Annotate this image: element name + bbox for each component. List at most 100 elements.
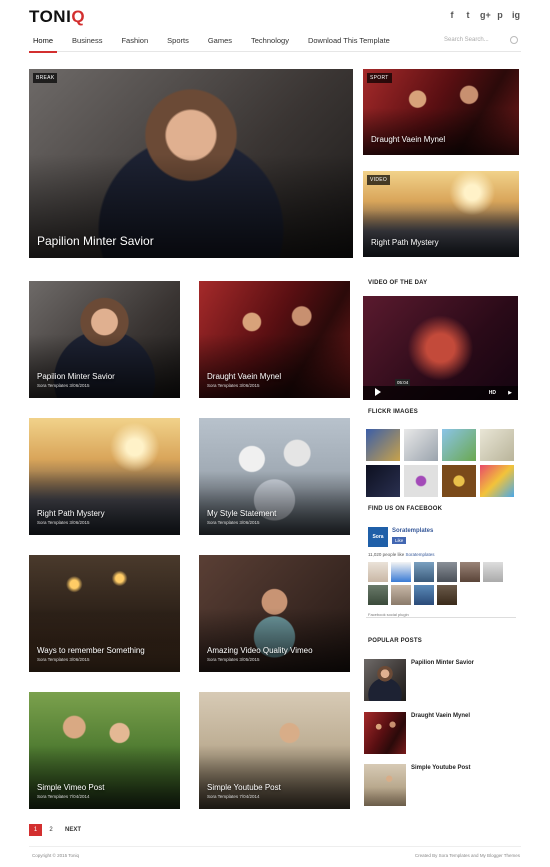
logo-text: TONI — [29, 7, 72, 26]
image-overlay — [199, 607, 350, 672]
google-plus-icon[interactable]: g+ — [480, 10, 491, 20]
fan-avatar[interactable] — [391, 585, 411, 605]
featured-side-post[interactable]: VIDEO Right Path Mystery — [363, 171, 519, 257]
instagram-icon[interactable]: ig — [512, 10, 520, 20]
post-meta: Sora Templates 7/04/2014 — [37, 794, 90, 799]
flickr-image[interactable] — [442, 429, 476, 461]
facebook-page-link[interactable]: Soratemplates — [405, 552, 434, 557]
like-count-text: 11,020 people like — [368, 552, 405, 557]
post-card[interactable]: Draught Vaein Mynel Sora Templates 3/06/… — [199, 281, 350, 398]
vimeo-icon[interactable]: ▶ — [508, 390, 512, 396]
post-title[interactable]: Draught Vaein Mynel — [207, 372, 281, 381]
post-card[interactable]: My Style Statement Sora Templates 3/06/2… — [199, 418, 350, 535]
video-widget-title: VIDEO OF THE DAY — [368, 280, 428, 286]
post-card[interactable]: Simple Vimeo Post Sora Templates 7/04/20… — [29, 692, 180, 809]
nav-technology[interactable]: Technology — [247, 32, 293, 51]
fan-avatar[interactable] — [437, 585, 457, 605]
popular-post-title[interactable]: Simple Youtube Post — [411, 765, 470, 771]
image-overlay — [29, 333, 180, 398]
popular-post-title[interactable]: Draught Vaein Mynel — [411, 713, 470, 719]
nav-home[interactable]: Home — [29, 32, 58, 53]
post-meta: Sora Templates 3/06/2015 — [37, 657, 90, 662]
post-meta: Sora Templates 3/06/2015 — [37, 383, 90, 388]
next-page-link[interactable]: NEXT — [62, 824, 84, 836]
post-title[interactable]: Papilion Minter Savior — [37, 372, 115, 381]
post-meta: Sora Templates 3/06/2015 — [207, 383, 260, 388]
nav-fashion[interactable]: Fashion — [117, 32, 152, 51]
fan-avatar[interactable] — [414, 562, 434, 582]
post-title[interactable]: Papilion Minter Savior — [37, 234, 154, 248]
post-title[interactable]: Right Path Mystery — [371, 238, 439, 247]
post-title[interactable]: Simple Vimeo Post — [37, 783, 104, 792]
post-card[interactable]: Right Path Mystery Sora Templates 3/06/2… — [29, 418, 180, 535]
flickr-grid — [366, 429, 518, 497]
site-logo[interactable]: TONIQ — [29, 7, 85, 27]
flickr-image[interactable] — [404, 465, 438, 497]
flickr-image[interactable] — [366, 465, 400, 497]
post-meta: Sora Templates 7/04/2014 — [207, 794, 260, 799]
post-title[interactable]: My Style Statement — [207, 509, 276, 518]
facebook-page-name[interactable]: Soratemplates — [392, 528, 433, 534]
post-card[interactable]: Ways to remember Something Sora Template… — [29, 555, 180, 672]
nav-business[interactable]: Business — [68, 32, 106, 51]
facebook-icon[interactable]: f — [448, 10, 456, 20]
featured-main-post[interactable]: BREAK Papilion Minter Savior — [29, 69, 353, 258]
popular-post-title[interactable]: Papilion Minter Savior — [411, 660, 474, 666]
video-player[interactable]: 05:04 HD ▶ — [363, 296, 518, 400]
fan-avatar[interactable] — [414, 585, 434, 605]
flickr-widget-title: FLICKR IMAGES — [368, 409, 418, 415]
flickr-image[interactable] — [480, 429, 514, 461]
category-tag[interactable]: SPORT — [367, 73, 392, 83]
featured-side-post[interactable]: SPORT Draught Vaein Mynel — [363, 69, 519, 155]
nav-download-template[interactable]: Download This Template — [304, 32, 394, 51]
footer-divider — [29, 846, 521, 847]
post-title[interactable]: Draught Vaein Mynel — [371, 135, 445, 144]
facebook-like-count: 11,020 people like Soratemplates — [368, 552, 434, 557]
fan-avatar[interactable] — [460, 562, 480, 582]
post-meta: Sora Templates 3/05/2015 — [207, 657, 260, 662]
post-title[interactable]: Amazing Video Quality Vimeo — [207, 646, 313, 655]
hd-badge[interactable]: HD — [489, 390, 496, 396]
play-icon[interactable] — [375, 388, 381, 396]
post-card[interactable]: Amazing Video Quality Vimeo Sora Templat… — [199, 555, 350, 672]
post-card[interactable]: Simple Youtube Post Sora Templates 7/04/… — [199, 692, 350, 809]
nav-sports[interactable]: Sports — [163, 32, 193, 51]
image-overlay — [29, 607, 180, 672]
popular-post-thumbnail[interactable] — [364, 764, 406, 806]
popular-post-thumbnail[interactable] — [364, 712, 406, 754]
popular-post-thumbnail[interactable] — [364, 659, 406, 701]
pinterest-icon[interactable]: p — [496, 10, 504, 20]
fan-avatar[interactable] — [391, 562, 411, 582]
image-overlay — [363, 209, 519, 257]
post-title[interactable]: Right Path Mystery — [37, 509, 105, 518]
footer-credits[interactable]: Created By Sora Templates and My Blogger… — [415, 853, 520, 858]
nav-games[interactable]: Games — [204, 32, 236, 51]
post-card[interactable]: Papilion Minter Savior Sora Templates 3/… — [29, 281, 180, 398]
search-icon[interactable] — [510, 36, 518, 44]
post-title[interactable]: Ways to remember Something — [37, 646, 145, 655]
facebook-page-logo[interactable]: Sora — [368, 527, 388, 547]
flickr-image[interactable] — [480, 465, 514, 497]
fan-avatar[interactable] — [437, 562, 457, 582]
category-tag[interactable]: VIDEO — [367, 175, 391, 185]
footer-copyright: Copyright © 2015 Toniq — [32, 853, 80, 858]
facebook-like-button[interactable]: Like — [392, 537, 407, 544]
fan-avatar[interactable] — [368, 562, 388, 582]
post-title[interactable]: Simple Youtube Post — [207, 783, 281, 792]
image-overlay — [199, 744, 350, 809]
flickr-image[interactable] — [404, 429, 438, 461]
flickr-image[interactable] — [442, 465, 476, 497]
page-link[interactable]: 2 — [45, 824, 57, 836]
fan-avatar[interactable] — [368, 585, 388, 605]
category-tag[interactable]: BREAK — [33, 73, 58, 83]
page-current[interactable]: 1 — [29, 824, 42, 836]
fan-avatar[interactable] — [483, 562, 503, 582]
facebook-widget-title: FIND US ON FACEBOOK — [368, 506, 443, 512]
search-input[interactable]: Search Search... — [444, 37, 489, 43]
video-time: 05:04 — [395, 379, 411, 386]
twitter-icon[interactable]: t — [464, 10, 472, 20]
flickr-image[interactable] — [366, 429, 400, 461]
image-overlay — [199, 333, 350, 398]
social-links: f t g+ p ig — [448, 10, 521, 20]
facebook-plugin-note: Facebook social plugin — [368, 612, 409, 617]
